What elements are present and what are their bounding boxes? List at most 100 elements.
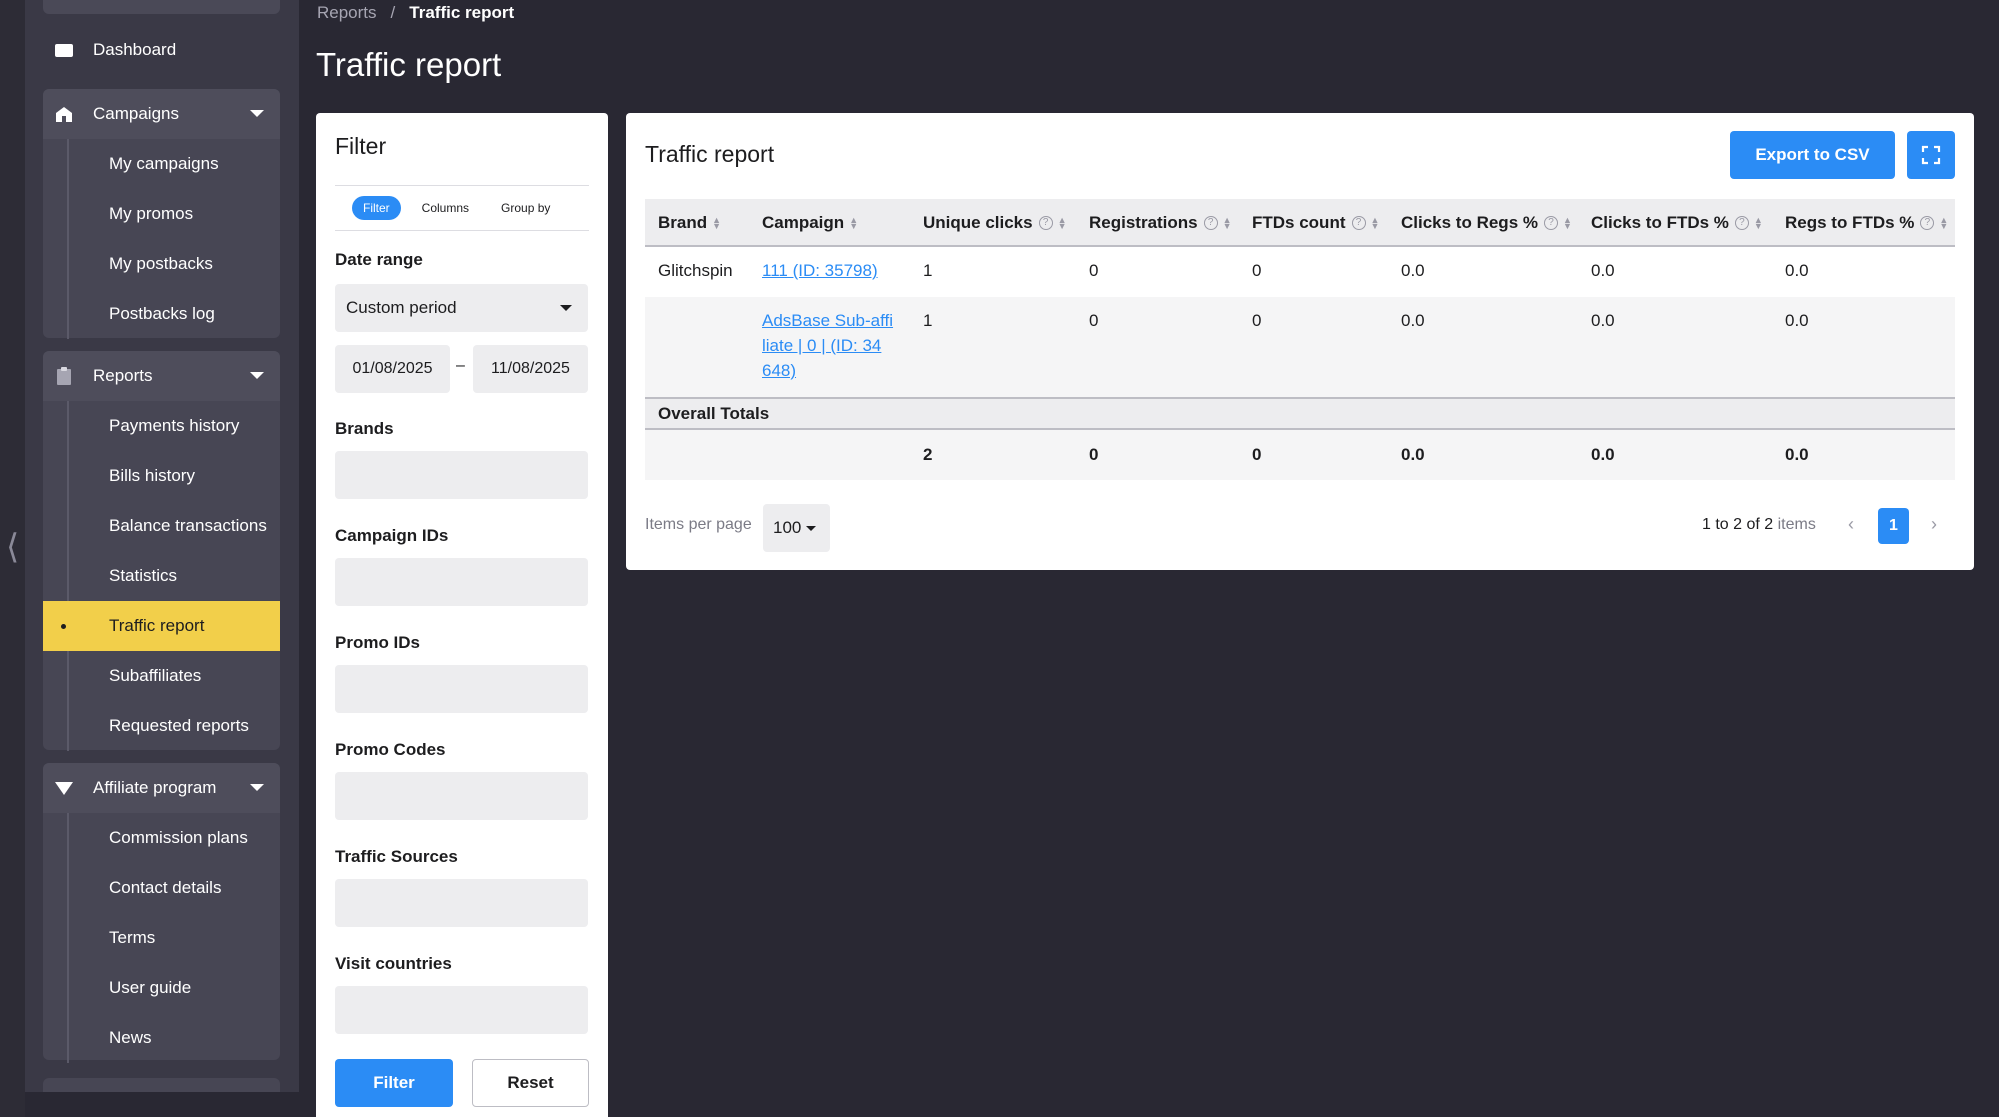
sidebar-item-label: Contact details [109,878,222,897]
cell-registrations: 0 [1089,261,1099,280]
sidebar-top-item[interactable] [43,0,280,14]
sidebar-item-requested-reports[interactable]: Requested reports [43,701,280,751]
traffic-sources-field[interactable] [335,879,588,927]
sidebar-item-my-promos[interactable]: My promos [43,189,280,239]
sidebar-item-postbacks-log[interactable]: Postbacks log [43,289,280,339]
chevron-down-icon [250,110,264,117]
sidebar-item-reports[interactable]: Reports [43,351,280,401]
sidebar-item-my-campaigns[interactable]: My campaigns [43,139,280,189]
column-header-clicks-to-regs[interactable]: Clicks to Regs %? ▲ ▼ [1401,199,1572,247]
sort-icon: ▲ ▼ [849,215,859,231]
sidebar-item-terms[interactable]: Terms [43,913,280,963]
sidebar-item-label: Subaffiliates [109,666,202,685]
sort-icon: ▲ ▼ [1057,215,1067,231]
cell-registrations: 0 [1089,311,1099,330]
sidebar-item-campaigns[interactable]: Campaigns [43,89,280,139]
page-button-current[interactable]: 1 [1878,508,1909,544]
column-label: Campaign [762,213,845,232]
column-header-ftds-count[interactable]: FTDs count? ▲ ▼ [1252,199,1379,247]
reset-button[interactable]: Reset [472,1059,589,1107]
help-icon[interactable]: ? [1920,216,1935,230]
items-per-page-select[interactable]: 100 [763,504,830,552]
visit-countries-field[interactable] [335,986,588,1034]
funnel-icon [53,777,75,799]
export-csv-button[interactable]: Export to CSV [1730,131,1895,179]
help-icon[interactable]: ? [1351,216,1366,230]
tab-columns[interactable]: Columns [411,196,480,220]
cell-unique-clicks: 1 [923,311,933,330]
sidebar-item-label: Reports [93,366,153,385]
sidebar-item-bills-history[interactable]: Bills history [43,451,280,501]
cell-ftds: 0 [1252,311,1262,330]
sidebar-item-contact-details[interactable]: Contact details [43,863,280,913]
sort-icon: ▲ ▼ [1753,215,1763,231]
breadcrumb-reports-link[interactable]: Reports [317,3,377,23]
campaign-ids-field[interactable] [335,558,588,606]
sidebar-collapse-strip[interactable]: ⟨ [0,0,25,1117]
promo-codes-field[interactable] [335,772,588,820]
sidebar-item-label: Commission plans [109,828,248,847]
cell-brand: Glitchspin [658,261,733,280]
campaign-link[interactable]: AdsBase Sub-affi liate | 0 | (ID: 34 648… [762,308,902,383]
sidebar-item-payments-history[interactable]: Payments history [43,401,280,451]
column-header-registrations[interactable]: Registrations? ▲ ▼ [1089,199,1232,247]
column-header-brand[interactable]: Brand ▲ ▼ [658,199,721,247]
cell-regs-to-ftds: 0.0 [1785,261,1809,280]
sidebar-item-balance-transactions[interactable]: Balance transactions [43,501,280,551]
date-to-input[interactable]: 11/08/2025 [473,345,588,393]
date-range-value: Custom period [346,298,457,317]
items-per-page-label: Items per page [645,516,752,533]
sidebar-item-commission-plans[interactable]: Commission plans [43,813,280,863]
filter-button[interactable]: Filter [335,1059,453,1107]
sidebar-item-traffic-report[interactable]: Traffic report [43,601,280,651]
date-from-input[interactable]: 01/08/2025 [335,345,450,393]
sort-icon: ▲ ▼ [1370,215,1380,231]
column-header-clicks-to-ftds[interactable]: Clicks to FTDs %? ▲ ▼ [1591,199,1763,247]
breadcrumb-current: Traffic report [409,3,515,22]
items-per-page-value: 100 [773,518,802,537]
column-header-campaign[interactable]: Campaign ▲ ▼ [762,199,858,247]
help-icon[interactable]: ? [1038,216,1053,230]
sidebar-item-partial[interactable] [43,1078,280,1092]
campaign-ids-label: Campaign IDs [335,526,449,545]
totals-header: Overall Totals [645,397,1955,430]
column-label: Regs to FTDs % [1785,213,1915,232]
sidebar-item-news[interactable]: News [43,1013,280,1063]
sidebar-item-dashboard[interactable]: Dashboard [43,25,280,75]
chevron-left-icon[interactable]: ⟨ [6,530,19,564]
chevron-left-icon[interactable]: ‹ [1848,514,1854,535]
fullscreen-icon [1921,145,1941,165]
brands-field[interactable] [335,451,588,499]
promo-ids-field[interactable] [335,665,588,713]
cell-ftds: 0 [1252,261,1262,280]
cell-clicks-to-regs: 0.0 [1401,261,1425,280]
sidebar-item-label: Bills history [109,466,195,485]
campaign-link-line: liate | 0 | (ID: 34 [762,336,882,355]
column-header-unique-clicks[interactable]: Unique clicks? ▲ ▼ [923,199,1067,247]
sidebar-item-affiliate-program[interactable]: Affiliate program [43,763,280,813]
help-icon[interactable]: ? [1544,216,1558,230]
chevron-right-icon[interactable]: › [1931,514,1937,535]
campaign-link[interactable]: 111 (ID: 35798) [762,258,878,283]
sidebar-item-label: My postbacks [109,254,213,273]
sidebar-item-label: Payments history [109,416,240,435]
sidebar-item-user-guide[interactable]: User guide [43,963,280,1013]
tab-group-by[interactable]: Group by [490,196,561,220]
sidebar-item-my-postbacks[interactable]: My postbacks [43,239,280,289]
sidebar-item-subaffiliates[interactable]: Subaffiliates [43,651,280,701]
campaign-link-line: 648) [762,361,797,380]
column-label: FTDs count [1252,213,1346,232]
column-header-regs-to-ftds[interactable]: Regs to FTDs %? ▲ ▼ [1785,199,1948,247]
date-separator: – [456,357,465,374]
help-icon[interactable]: ? [1734,216,1749,230]
tab-filter[interactable]: Filter [352,196,401,220]
promo-codes-label: Promo Codes [335,740,446,759]
promo-ids-label: Promo IDs [335,633,421,652]
date-range-select[interactable]: Custom period [335,284,588,332]
sort-icon: ▲ ▼ [712,215,722,231]
tree-line [67,401,69,451]
sidebar-item-statistics[interactable]: Statistics [43,551,280,601]
help-icon[interactable]: ? [1203,216,1218,230]
fullscreen-button[interactable] [1907,131,1955,179]
sort-icon: ▲ ▼ [1563,215,1572,231]
